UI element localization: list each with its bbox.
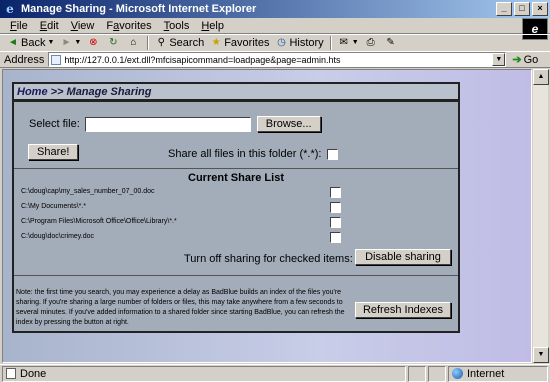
refresh-indexes-button[interactable]: Refresh Indexes <box>355 302 451 318</box>
status-text-area: Done <box>2 365 406 382</box>
window-controls: _ □ × <box>494 2 548 16</box>
go-arrow-icon: ➔ <box>512 54 522 66</box>
mail-button[interactable]: ✉ ▼ <box>335 37 362 49</box>
share-list-item-checkbox[interactable] <box>330 202 341 213</box>
favorites-button[interactable]: ★ Favorites <box>207 37 272 49</box>
manage-sharing-panel: Home >> Manage Sharing Select file: Brow… <box>12 82 460 333</box>
divider <box>14 275 458 276</box>
ie-logo-icon: e <box>6 2 14 16</box>
share-list-item: C:\My Documents\*.* <box>21 203 86 210</box>
select-file-row: Select file: Browse... <box>29 116 321 132</box>
toolbar: ◄ Back ▼ ► ▼ ⊗ ↻ ⌂ ⚲ Search ★ Favorites … <box>0 34 550 50</box>
menu-help[interactable]: Help <box>195 20 230 32</box>
address-dropdown-icon[interactable]: ▼ <box>492 53 506 66</box>
vertical-scrollbar[interactable]: ▲ ▼ <box>532 69 549 363</box>
divider <box>14 168 458 169</box>
share-all-row: Share all files in this folder (*.*): <box>168 148 339 160</box>
history-icon: ◷ <box>277 36 286 48</box>
maximize-button[interactable]: □ <box>514 2 530 16</box>
print-icon: ⎙ <box>366 36 375 48</box>
search-button[interactable]: ⚲ Search <box>152 37 207 49</box>
share-list-item-checkbox[interactable] <box>330 187 341 198</box>
home-icon: ⌂ <box>130 36 137 48</box>
indexing-note: Note: the first time you search, you may… <box>16 289 345 326</box>
breadcrumb-home-link[interactable]: Home <box>17 86 48 98</box>
status-cell <box>408 365 426 382</box>
globe-icon <box>452 368 463 379</box>
share-list-item-checkbox[interactable] <box>330 232 341 243</box>
home-button[interactable]: ⌂ <box>124 37 144 49</box>
back-arrow-icon: ◄ <box>8 36 18 48</box>
breadcrumb-separator: >> <box>47 85 67 98</box>
refresh-button[interactable]: ↻ <box>104 37 124 49</box>
address-bar: Address http://127.0.0.1/ext.dll?mfcisap… <box>0 51 550 68</box>
breadcrumb: Home >> Manage Sharing <box>14 84 458 102</box>
select-file-input[interactable] <box>84 116 251 132</box>
share-list-item: C:\doug\doc\crimey.doc <box>21 233 95 240</box>
menu-tools[interactable]: Tools <box>158 20 196 32</box>
address-label: Address <box>4 53 45 66</box>
menu-bar: File Edit View Favorites Tools Help <box>0 18 550 34</box>
forward-button[interactable]: ► ▼ <box>57 37 84 49</box>
history-button[interactable]: ◷ History <box>272 37 326 49</box>
security-zone: Internet <box>448 365 548 382</box>
toolbar-separator <box>329 35 332 50</box>
forward-arrow-icon: ► <box>61 36 72 48</box>
stop-icon: ⊗ <box>89 36 98 48</box>
status-bar: Done Internet <box>0 364 550 382</box>
page-content: Home >> Manage Sharing Select file: Brow… <box>2 69 532 363</box>
page-done-icon <box>6 368 16 379</box>
turn-off-label: Turn off sharing for checked items: <box>184 253 353 265</box>
share-list-title: Current Share List <box>188 172 284 184</box>
menu-favorites[interactable]: Favorites <box>100 20 157 32</box>
print-button[interactable]: ⎙ <box>362 37 382 49</box>
status-text: Done <box>20 367 47 380</box>
address-input[interactable]: http://127.0.0.1/ext.dll?mfcisapicommand… <box>48 52 507 67</box>
scroll-up-icon[interactable]: ▲ <box>533 69 549 85</box>
share-row: Share! <box>28 144 79 160</box>
disable-sharing-button[interactable]: Disable sharing <box>355 249 451 265</box>
share-list-item: C:\Program Files\Microsoft Office\Office… <box>21 218 177 225</box>
edit-button[interactable]: ✎ <box>382 37 402 49</box>
select-file-label: Select file: <box>29 118 80 130</box>
address-url: http://127.0.0.1/ext.dll?mfcisapicommand… <box>64 54 341 65</box>
back-button[interactable]: ◄ Back ▼ <box>4 37 57 49</box>
stop-button[interactable]: ⊗ <box>84 37 104 49</box>
scroll-down-icon[interactable]: ▼ <box>533 347 549 363</box>
title-bar: e Manage Sharing - Microsoft Internet Ex… <box>0 0 550 18</box>
share-button[interactable]: Share! <box>28 144 79 160</box>
menu-edit[interactable]: Edit <box>34 20 65 32</box>
search-icon: ⚲ <box>157 36 165 48</box>
breadcrumb-current: Manage Sharing <box>66 85 152 98</box>
edit-icon: ✎ <box>386 36 395 48</box>
minimize-button[interactable]: _ <box>496 2 512 16</box>
page-icon <box>51 54 62 65</box>
window-title: Manage Sharing - Microsoft Internet Expl… <box>21 3 257 15</box>
share-all-label: Share all files in this folder (*.*): <box>168 148 322 160</box>
share-list-item-checkbox[interactable] <box>330 217 341 228</box>
turn-off-row: Turn off sharing for checked items: <box>184 253 353 265</box>
toolbar-separator <box>147 35 150 50</box>
security-zone-label: Internet <box>467 367 505 380</box>
status-cell <box>428 365 446 382</box>
browse-button[interactable]: Browse... <box>256 116 321 132</box>
mail-icon: ✉ <box>339 36 348 48</box>
share-list-item: C:\doug\cap\my_sales_number_07_00.doc <box>21 188 155 195</box>
close-button[interactable]: × <box>532 2 548 16</box>
favorites-icon: ★ <box>211 36 221 48</box>
go-button[interactable]: ➔ Go <box>512 53 538 67</box>
refresh-icon: ↻ <box>109 36 118 48</box>
share-all-checkbox[interactable] <box>327 148 339 160</box>
menu-file[interactable]: File <box>4 20 34 32</box>
menu-view[interactable]: View <box>65 20 101 32</box>
